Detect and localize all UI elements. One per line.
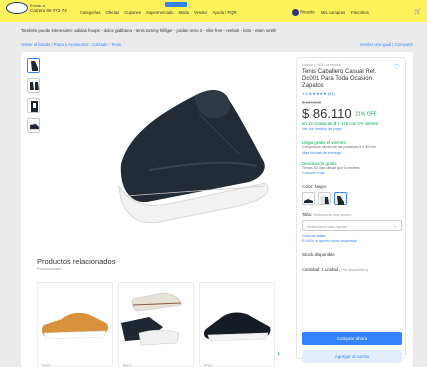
quantity-available: (+50 disponibles) [339,268,369,272]
breadcrumb-item[interactable]: Ropa y Accesorios [54,42,89,47]
size-guide-link[interactable]: Guía de tallas [302,234,400,238]
nav-sell[interactable]: Vender [194,10,207,15]
product-card: Productos relacionados Promocionado Nuev… [21,52,413,367]
breadcrumb: Volver al listado | Ropa y Accesorios › … [21,42,122,47]
size-hint: Selecciona una opción [313,213,352,217]
sell-share-links[interactable]: Vender uno igual | Compartir [360,42,413,47]
add-to-cart-button[interactable]: Agregar al carrito [302,350,402,363]
user-account[interactable]: Ricardo [292,9,315,16]
color-label: Color: Negro [302,184,327,189]
avatar [292,9,299,16]
stock-status: Stock disponible [302,252,335,257]
discount-badge: 21% OFF [355,111,377,118]
old-price: $ 109.900 [302,100,322,105]
heart-icon[interactable]: ♡ [394,63,400,71]
size-label: Talla: Selecciona una opción [302,212,400,217]
thumbnail-2[interactable] [27,78,40,93]
payment-methods-link[interactable]: Ver los medios de pago [302,127,400,131]
price: $ 86.110 21% OFF [302,106,400,121]
quantity-label: Cantidad: 1 unidad [302,267,339,272]
breadcrumb-item[interactable]: Tenis [111,42,121,47]
related-searches[interactable]: También puede interesarte: adidas hoops … [21,28,276,33]
nav-coupons[interactable]: Cupones [124,10,141,15]
related-image [121,292,182,346]
size-placeholder: Selecciona una opción [307,224,348,229]
related-card[interactable]: Nuevo [118,282,194,367]
related-card[interactable]: Nuevo [37,282,113,367]
back-to-list-link[interactable]: Volver al listado [21,42,50,47]
top-header: Enviar a Carrera 69 #72-74 Categorías Of… [0,0,427,22]
related-card[interactable]: Nuevo [199,282,275,367]
cart-icon[interactable]: 🛒 [414,8,421,15]
color-swatch[interactable] [302,192,315,205]
promo-banner[interactable] [165,2,187,7]
shipping-text: Comprando dentro de las próximas 8 h 35 … [302,145,376,149]
my-purchases-link[interactable]: Mis compras [321,10,345,15]
logo[interactable] [6,2,28,14]
size-fit-link[interactable]: El 84% si quedó como esperaba [302,239,400,243]
related-image [203,312,271,342]
thumbnail-1[interactable] [27,58,40,73]
color-swatch[interactable] [318,192,331,205]
nav-supermarket[interactable]: Supermercado [146,10,173,15]
color-swatch-selected[interactable] [334,192,347,205]
rating[interactable]: 4.6 ★★★★★ (51) [302,91,400,96]
deliver-location[interactable]: Enviar a Carrera 69 #72-74 [30,3,67,13]
related-caption: Nuevo [204,363,213,367]
size-label-text: Talla: [302,212,313,217]
favorites-link[interactable]: Favoritos [351,10,369,15]
return-text: Tienes 30 días desde que lo recibes. [302,165,361,170]
chevron-down-icon: ⌄ [393,223,397,228]
thumbnail-4[interactable] [27,118,40,133]
nav-offers[interactable]: Ofertas [105,10,119,15]
user-menu: Ricardo Mis compras Favoritos [292,9,369,16]
size-select[interactable]: Selecciona una opción ⌄ [302,220,402,231]
chevron-right-icon[interactable]: › [277,348,280,358]
breadcrumb-item[interactable]: Calzado [92,42,107,47]
related-caption: Nuevo [123,363,132,367]
condition-sold: Nuevo | +100 vendidos [302,63,341,67]
learn-more-link[interactable]: Conocer más [302,171,400,175]
main-nav: Categorías Ofertas Cupones Supermercado … [80,10,237,15]
delivery-options-link[interactable]: Más formas de entrega [302,151,400,155]
buy-now-button[interactable]: Comprar ahora [302,332,402,345]
quantity-selector[interactable]: Cantidad: 1 unidad (+50 disponibles) [302,267,400,272]
related-subtitle: Promocionado [37,267,62,271]
user-name: Ricardo [300,9,315,15]
related-image [41,312,109,340]
thumbnail-3[interactable] [27,98,40,113]
main-product-image[interactable] [89,74,285,234]
installments: en 12 cuotas de $ 7.176 con 0% interés [302,121,378,126]
nav-fashion[interactable]: Moda [178,10,188,15]
price-value: $ 86.110 [302,106,352,121]
nav-help[interactable]: Ayuda / PQR [212,10,236,15]
thumbnail-gallery [27,58,40,138]
buy-box: Nuevo | +100 vendidos ♡ Tenis Caballero … [296,57,406,363]
related-caption: Nuevo [42,363,51,367]
product-title: Tenis Caballero Casual Ref. Dc001 Para T… [302,69,377,89]
related-products-section: Productos relacionados Promocionado [37,257,115,271]
color-swatches [302,192,400,205]
nav-categories[interactable]: Categorías [80,10,100,15]
related-carousel: Nuevo Nuevo Nuevo [37,282,275,367]
related-title: Productos relacionados [37,257,116,266]
deliver-address: Carrera 69 #72-74 [30,8,67,13]
